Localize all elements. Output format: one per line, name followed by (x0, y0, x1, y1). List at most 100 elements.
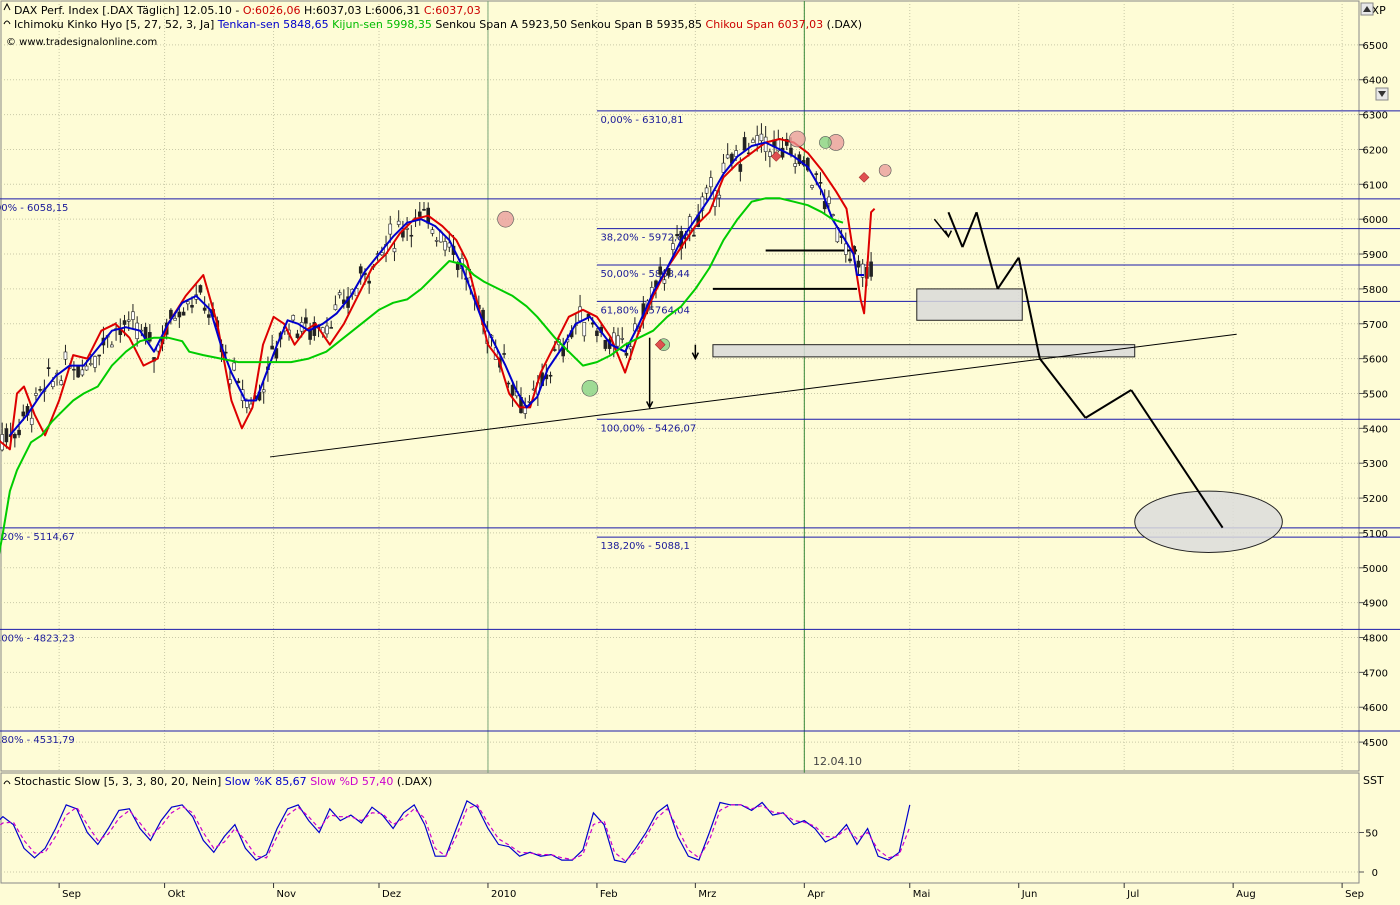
fib-61-8-4531-label: 61,80% - 4531,79 (0, 735, 75, 746)
month-label: Dez (382, 889, 401, 900)
month-label: Aug (1236, 889, 1256, 900)
candle-body (818, 182, 823, 184)
candle-body (34, 393, 38, 396)
fib-100-5426-label: 100,00% - 5426,07 (600, 423, 696, 434)
candle-body (131, 311, 135, 320)
month-label: Feb (600, 889, 618, 900)
indicator-part: Tenkan-sen 5848,65 (217, 18, 329, 31)
price-tick-label: 4800 (1363, 634, 1388, 645)
month-label: Sep (62, 889, 81, 900)
signal-circle-icon (497, 210, 514, 228)
candle-body (552, 349, 557, 351)
candle-body (198, 285, 203, 293)
title-part: DAX Perf. Index [.DAX Täglich] 12.05.10 … (14, 4, 243, 17)
candle-body (84, 365, 89, 371)
candle-body (261, 389, 266, 393)
candle-body (843, 243, 848, 255)
price-tick-label: 6500 (1363, 41, 1388, 52)
candle-body (202, 307, 207, 311)
copyright-text: © www.tradesignalonline.com (6, 37, 157, 48)
candle-body (97, 354, 102, 357)
candle-body (396, 220, 401, 225)
price-tick-label: 5100 (1363, 529, 1388, 540)
candle-body (190, 304, 194, 308)
candle-body (793, 163, 797, 167)
indicator-part: Chikou Span 6037,03 (706, 18, 824, 31)
candle-body (704, 187, 709, 194)
chart-title-line: DAX Perf. Index [.DAX Täglich] 12.05.10 … (14, 4, 481, 17)
month-label: Okt (168, 889, 186, 900)
title-part: H:6037,03 L:6006,31 (301, 4, 424, 17)
candle-body (751, 139, 755, 143)
candle-body (671, 243, 675, 250)
candle-body (367, 280, 371, 284)
month-label: Jun (1021, 889, 1038, 900)
candle-body (658, 266, 663, 275)
candle-body (620, 338, 625, 340)
price-tick-label: 5900 (1363, 250, 1388, 261)
candle-body (831, 214, 835, 216)
candle-body (59, 380, 64, 385)
fib-50-4823-label: 50,00% - 4823,23 (0, 633, 75, 644)
chart-canvas: 4500 4600 4700 4800 4900 5000 5100 5200 5300 5400… (0, 0, 1400, 900)
candle-body (333, 304, 338, 310)
month-label: Apr (807, 889, 825, 900)
candle-body (388, 223, 393, 235)
candle-body (527, 401, 532, 403)
candle-body (417, 211, 422, 217)
stochastic-part: Stochastic Slow [5, 3, 3, 80, 20, Nein] (14, 775, 225, 788)
candle-body (675, 234, 679, 237)
candle-body (126, 319, 131, 322)
price-tick-label: 4600 (1363, 703, 1388, 714)
price-tick-label: 5400 (1363, 424, 1388, 435)
fib-0-6058-label: 0,00% - 6058,15 (0, 203, 68, 214)
scroll-up-button[interactable] (1360, 2, 1374, 16)
price-tick-label: 5600 (1363, 355, 1388, 366)
candle-body (827, 196, 831, 204)
candle-body (814, 173, 819, 175)
indicator-part: Senkou Span A 5923,50 Senkou Span B 5935… (432, 18, 706, 31)
candle-body (308, 330, 312, 340)
candle-body (624, 352, 629, 356)
price-tick-label: 5800 (1363, 285, 1388, 296)
candle-body (392, 248, 397, 253)
candle-body (578, 306, 582, 322)
price-tick-label: 5000 (1363, 564, 1388, 575)
candle-body (358, 266, 363, 274)
month-label: Nov (277, 889, 297, 900)
title-part: C:6037,03 (424, 4, 481, 17)
stochastic-part: (.DAX) (393, 775, 432, 788)
candle-body (506, 382, 511, 385)
price-tick-label: 4700 (1363, 668, 1388, 679)
candle-body (17, 429, 21, 436)
candle-body (848, 258, 852, 262)
candle-body (304, 317, 308, 324)
price-tick-label: 6200 (1363, 145, 1388, 156)
candle-body (810, 185, 814, 188)
candle-body (46, 367, 51, 369)
month-label: Mrz (698, 889, 716, 900)
stochastic-axis-label: SST (1363, 774, 1384, 787)
month-label: 2010 (491, 889, 516, 900)
price-tick-label: 4500 (1363, 738, 1388, 749)
candle-body (759, 133, 764, 142)
scroll-down-button[interactable] (1375, 87, 1389, 101)
candle-body (270, 345, 274, 350)
candle-body (856, 260, 861, 268)
candle-body (430, 229, 435, 234)
candle-body (173, 318, 177, 321)
candle-body (29, 417, 34, 425)
candle-body (595, 330, 599, 336)
month-label: Mai (913, 889, 931, 900)
candle-body (692, 234, 696, 237)
candle-body (582, 322, 587, 337)
candle-body (422, 208, 426, 211)
candle-body (709, 177, 713, 188)
signal-circle-icon (788, 130, 806, 148)
signal-circle-icon (581, 379, 599, 397)
candle-body (662, 279, 667, 284)
candle-body (295, 333, 300, 338)
price-tick-label: 5500 (1363, 389, 1388, 400)
date-marker-label: 12.04.10 (813, 755, 862, 768)
candle-body (13, 433, 17, 439)
